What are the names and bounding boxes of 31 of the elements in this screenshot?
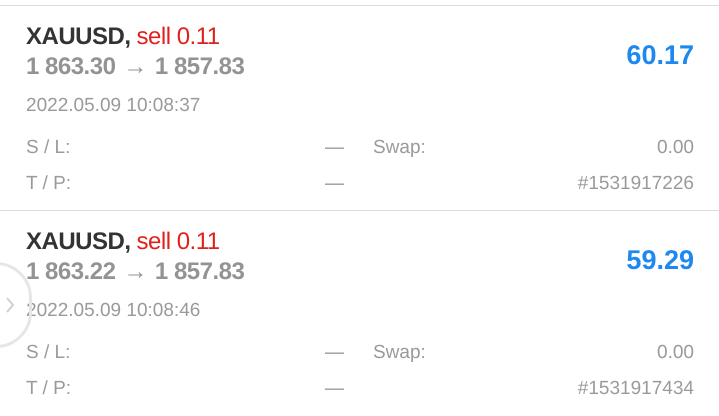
position-item[interactable]: XAUUSD, sell 0.11 1 863.22 → 1 857.83 59.29 2022.05.09 10:08:46 S / L: — Swap: 0.00 T / P: — #1531917434	[0, 210, 719, 415]
open-time: 2022.05.09 10:08:37	[26, 95, 200, 116]
profit: 59.29	[626, 244, 694, 277]
ticket: #1531917226	[578, 172, 694, 196]
chevron-right-icon	[5, 296, 15, 314]
tp-label: T / P:	[26, 377, 72, 401]
swap-label: Swap:	[373, 341, 426, 365]
sl-label: S / L:	[26, 341, 70, 365]
arrow: →	[123, 52, 147, 82]
swap-value: 0.00	[657, 136, 694, 160]
trade-side: sell 0.11	[136, 22, 220, 52]
open-price: 1 863.22	[26, 257, 116, 287]
current-price: 1 857.83	[154, 257, 244, 287]
tp-label: T / P:	[26, 172, 72, 196]
current-price: 1 857.83	[154, 52, 244, 82]
sl-value: —	[325, 136, 344, 160]
symbol: XAUUSD,	[26, 227, 131, 257]
tp-value: —	[325, 172, 344, 196]
swap-label: Swap:	[373, 136, 426, 160]
arrow: →	[123, 257, 147, 287]
sl-value: —	[325, 341, 344, 365]
ticket: #1531917434	[578, 377, 694, 401]
open-price: 1 863.30	[26, 52, 116, 82]
tp-value: —	[325, 377, 344, 401]
swap-value: 0.00	[657, 341, 694, 365]
open-time: 2022.05.09 10:08:46	[26, 300, 200, 321]
trade-side: sell 0.11	[136, 227, 220, 257]
symbol: XAUUSD,	[26, 22, 131, 52]
profit: 60.17	[626, 39, 694, 72]
position-item[interactable]: XAUUSD, sell 0.11 1 863.30 → 1 857.83 60.17 2022.05.09 10:08:37 S / L: — Swap: 0.00 T / P: — #1531917226	[0, 5, 719, 210]
sl-label: S / L:	[26, 136, 70, 160]
